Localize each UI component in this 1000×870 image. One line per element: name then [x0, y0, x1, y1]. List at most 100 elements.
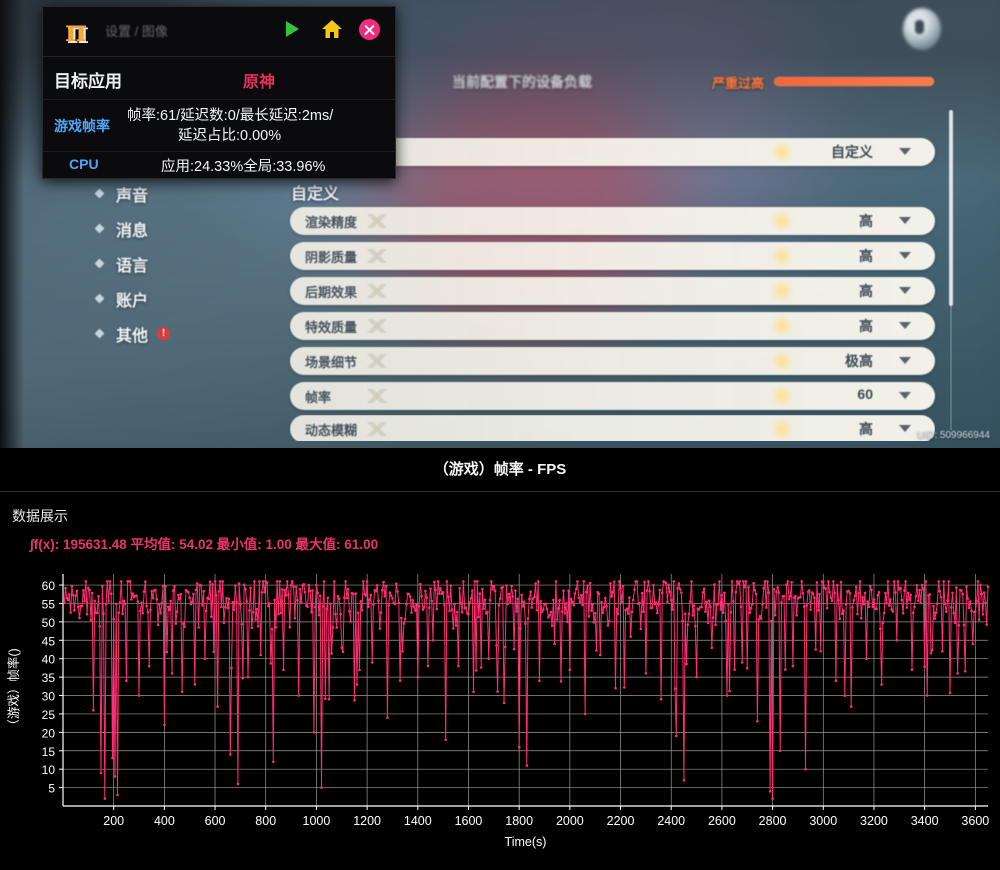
- chart-stats-line: ∫f(x): 195631.48 平均值: 54.02 最小值: 1.00 最大…: [30, 533, 378, 553]
- chevron-down-icon[interactable]: [899, 252, 911, 259]
- svg-text:55: 55: [42, 597, 56, 611]
- setting-label: 特效质量: [305, 317, 357, 336]
- chevron-down-icon[interactable]: [899, 287, 911, 294]
- svg-text:2800: 2800: [759, 814, 787, 828]
- svg-text:5: 5: [48, 782, 55, 796]
- setting-label: 渲染精度: [305, 212, 357, 231]
- svg-text:400: 400: [154, 814, 175, 828]
- svg-text:30: 30: [42, 690, 56, 704]
- game-settings-sidebar: 声音 消息 语言 账户 其他 !: [96, 176, 286, 351]
- setting-row-post-effects[interactable]: 后期效果 高: [290, 277, 935, 305]
- sidebar-item-message[interactable]: 消息: [96, 211, 286, 246]
- device-load-label: 当前配置下的设备负载: [452, 72, 592, 92]
- svg-text:35: 35: [42, 671, 56, 685]
- svg-text:60: 60: [42, 579, 56, 593]
- setting-row-motion-blur-clipped[interactable]: 动态模糊 高: [290, 415, 935, 441]
- setting-value: 高: [859, 419, 873, 439]
- target-app-label: 目标应用: [54, 67, 122, 92]
- setting-row-motion-blur[interactable]: 动态模糊 高: [290, 415, 935, 441]
- svg-text:1800: 1800: [505, 814, 533, 828]
- sidebar-item-sound[interactable]: 声音: [96, 176, 286, 211]
- svg-text:2600: 2600: [708, 814, 736, 828]
- setting-value: 60: [857, 386, 873, 402]
- fps-chart[interactable]: 5101520253035404550556020040060080010001…: [0, 566, 1000, 865]
- sparkle-icon: [769, 313, 795, 339]
- svg-text:200: 200: [103, 814, 124, 828]
- home-icon[interactable]: [321, 19, 343, 39]
- setting-value: 高: [859, 281, 873, 301]
- sidebar-item-account[interactable]: 账户: [96, 281, 286, 316]
- device-load-status: 严重过高: [712, 73, 764, 92]
- ornament-icon: [364, 214, 390, 228]
- sidebar-item-label: 账户: [116, 287, 148, 311]
- svg-text:10: 10: [42, 763, 56, 777]
- diamond-bullet-icon: [95, 189, 105, 199]
- sidebar-item-language[interactable]: 语言: [96, 246, 286, 281]
- svg-text:600: 600: [205, 814, 226, 828]
- chevron-down-icon[interactable]: [899, 392, 911, 399]
- diamond-bullet-icon: [95, 259, 105, 269]
- svg-text:2000: 2000: [556, 814, 584, 828]
- game-avatar-inner-icon: [915, 20, 924, 34]
- data-display-label: 数据展示: [12, 506, 68, 526]
- setting-row-effects-quality[interactable]: 特效质量 高: [290, 312, 935, 340]
- svg-text:（游戏）帧率(): （游戏）帧率(): [6, 648, 21, 731]
- ornament-icon: [364, 422, 390, 436]
- diamond-bullet-icon: [95, 224, 105, 234]
- setting-value: 高: [859, 246, 873, 266]
- sidebar-item-other[interactable]: 其他 !: [96, 316, 286, 351]
- play-icon[interactable]: [286, 21, 299, 37]
- setting-row-shadow-quality[interactable]: 阴影质量 高: [290, 242, 935, 270]
- svg-text:Time(s): Time(s): [505, 835, 547, 849]
- setting-row-framerate[interactable]: 帧率 60: [290, 382, 935, 410]
- setting-label: 阴影质量: [305, 247, 357, 266]
- chart-title: （游戏）帧率 - FPS: [0, 458, 1000, 479]
- setting-row-render-precision[interactable]: 渲染精度 高: [290, 207, 935, 235]
- close-icon[interactable]: [359, 19, 380, 40]
- svg-text:1000: 1000: [303, 814, 331, 828]
- home-icon-svg: [321, 19, 343, 39]
- chevron-down-icon[interactable]: [899, 322, 911, 329]
- setting-value: 极高: [845, 351, 873, 371]
- device-load-bar-fill: [774, 77, 934, 86]
- custom-section-header: 自定义: [291, 180, 339, 204]
- setting-label: 后期效果: [305, 282, 357, 301]
- setting-row-scene-detail[interactable]: 场景细节 极高: [290, 347, 935, 375]
- overlay-row-target-app: 目标应用 原神: [43, 57, 395, 100]
- sidebar-item-label: 消息: [116, 217, 148, 241]
- cpu-value: 应用:24.33%全局:33.96%: [161, 155, 325, 176]
- game-fps-line2: 延迟占比:0.00%: [178, 124, 281, 145]
- fps-chart-svg[interactable]: 5101520253035404550556020040060080010001…: [0, 566, 1000, 865]
- target-app-value: 原神: [243, 68, 275, 92]
- chevron-down-icon[interactable]: [899, 148, 911, 155]
- svg-text:15: 15: [42, 745, 56, 759]
- ornament-icon: [364, 284, 390, 298]
- settings-scrollbar-thumb[interactable]: [949, 110, 953, 306]
- svg-text:50: 50: [42, 616, 56, 630]
- game-fps-label: 游戏帧率: [54, 116, 110, 136]
- breadcrumb: 设置 / 图像: [105, 21, 168, 40]
- screen-left-edge: [0, 0, 24, 448]
- setting-value: 自定义: [831, 142, 873, 162]
- cpu-label: CPU: [69, 156, 99, 172]
- svg-text:2400: 2400: [657, 814, 685, 828]
- divider: [0, 491, 1000, 492]
- chart-panel: （游戏）帧率 - FPS 数据展示 ∫f(x): 195631.48 平均值: …: [0, 448, 1000, 865]
- chevron-down-icon[interactable]: [899, 357, 911, 364]
- svg-text:800: 800: [255, 814, 276, 828]
- chevron-down-icon[interactable]: [899, 425, 911, 432]
- sparkle-icon: [769, 278, 795, 304]
- sidebar-item-label: 声音: [116, 182, 148, 206]
- chevron-down-icon[interactable]: [899, 217, 911, 224]
- svg-text:1200: 1200: [353, 814, 381, 828]
- svg-text:3200: 3200: [860, 814, 888, 828]
- svg-text:25: 25: [42, 708, 56, 722]
- uid-label: UID: 509966944: [917, 430, 990, 441]
- setting-value: 高: [859, 316, 873, 336]
- svg-text:20: 20: [42, 726, 56, 740]
- diamond-bullet-icon: [95, 329, 105, 339]
- sparkle-icon: [769, 416, 795, 441]
- perfdog-overlay-panel[interactable]: π 设置 / 图像 目标应用 原神 游戏帧率 帧率:61/延迟数:0/最长延迟:…: [42, 6, 396, 179]
- ornament-icon: [364, 249, 390, 263]
- sparkle-icon: [769, 208, 795, 234]
